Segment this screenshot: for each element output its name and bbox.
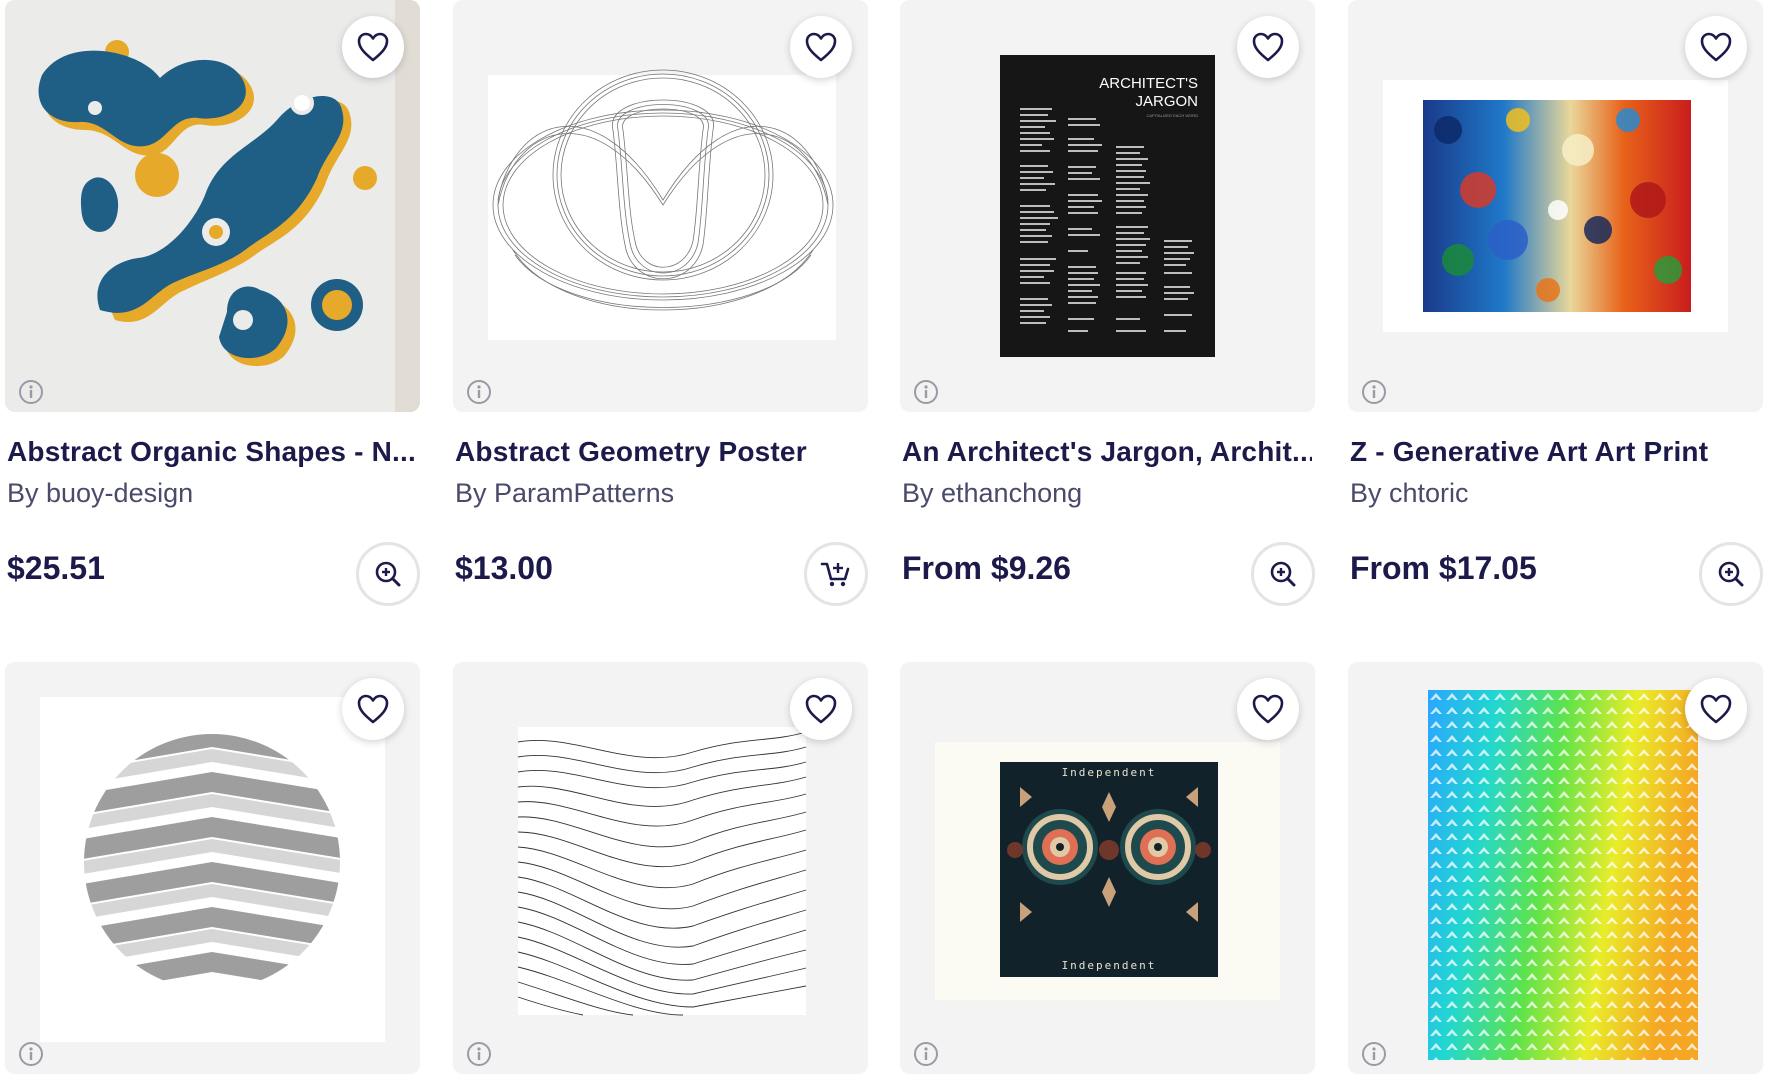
poster-title-line-1: ARCHITECT'S — [1099, 75, 1198, 92]
info-icon[interactable] — [912, 378, 940, 406]
favorite-heart-icon[interactable] — [342, 678, 404, 740]
product-image-wave-lines[interactable] — [453, 662, 868, 1074]
zoom-in-button[interactable] — [1699, 542, 1763, 606]
info-icon[interactable] — [17, 1040, 45, 1068]
favorite-heart-icon[interactable] — [790, 16, 852, 78]
product-image-abstract-geometry-poster[interactable] — [453, 0, 868, 412]
zoom-in-button[interactable] — [356, 542, 420, 606]
product-artist[interactable]: By chtoric — [1350, 478, 1469, 509]
info-icon[interactable] — [1360, 1040, 1388, 1068]
favorite-heart-icon[interactable] — [790, 678, 852, 740]
zoom-in-button[interactable] — [1251, 542, 1315, 606]
favorite-heart-icon[interactable] — [342, 16, 404, 78]
product-price: $13.00 — [455, 550, 553, 586]
info-icon[interactable] — [465, 378, 493, 406]
product-artist[interactable]: By ethanchong — [902, 478, 1082, 509]
add-to-cart-button[interactable] — [804, 542, 868, 606]
product-title[interactable]: An Architect's Jargon, Archit... — [902, 436, 1312, 468]
product-artist[interactable]: By buoy-design — [7, 478, 193, 509]
product-image-rainbow-arrows[interactable] — [1348, 662, 1763, 1074]
product-title[interactable]: Abstract Organic Shapes - N... — [7, 436, 417, 468]
add-to-cart-icon — [820, 562, 850, 587]
product-image-architects-jargon[interactable]: ARCHITECT'S JARGON CAPITALIZED EACH WORD — [900, 0, 1315, 412]
product-price: $25.51 — [7, 550, 105, 586]
product-image-abstract-organic-shapes[interactable] — [5, 0, 420, 412]
product-artist[interactable]: By ParamPatterns — [455, 478, 674, 509]
product-title[interactable]: Z - Generative Art Art Print — [1350, 436, 1760, 468]
poster-title-line-2: JARGON — [1135, 93, 1198, 110]
poster-subtitle: CAPITALIZED EACH WORD — [1147, 113, 1199, 118]
info-icon[interactable] — [1360, 378, 1388, 406]
zoom-in-icon — [1718, 561, 1744, 587]
favorite-heart-icon[interactable] — [1685, 16, 1747, 78]
independent-bottom-label: Independent — [1062, 959, 1157, 972]
favorite-heart-icon[interactable] — [1237, 678, 1299, 740]
product-price: From $9.26 — [902, 550, 1071, 586]
product-image-z-generative-art[interactable] — [1348, 0, 1763, 412]
product-price: From $17.05 — [1350, 550, 1537, 586]
product-image-independent-mandala[interactable]: Independent Independent — [900, 662, 1315, 1074]
zoom-in-icon — [375, 561, 401, 587]
zoom-in-icon — [1270, 561, 1296, 587]
favorite-heart-icon[interactable] — [1685, 678, 1747, 740]
independent-top-label: Independent — [1062, 766, 1157, 779]
info-icon[interactable] — [465, 1040, 493, 1068]
info-icon[interactable] — [912, 1040, 940, 1068]
favorite-heart-icon[interactable] — [1237, 16, 1299, 78]
product-image-striped-circle[interactable] — [5, 662, 420, 1074]
info-icon[interactable] — [17, 378, 45, 406]
product-title[interactable]: Abstract Geometry Poster — [455, 436, 865, 468]
